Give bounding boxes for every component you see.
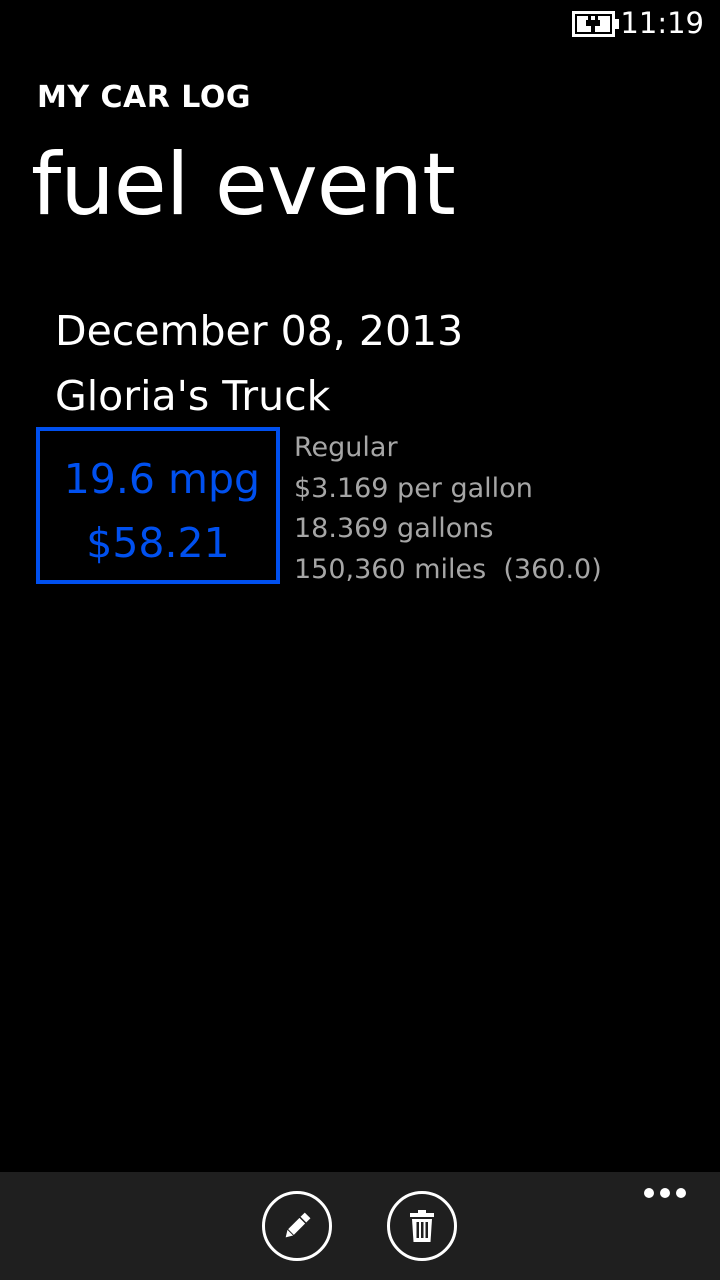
- price-per-gallon: $3.169 per gallon: [294, 472, 533, 504]
- event-date: December 08, 2013: [55, 307, 464, 355]
- total-cost-value: $58.21: [86, 519, 230, 567]
- fuel-grade: Regular: [294, 432, 398, 463]
- summary-tile: 19.6 mpg $58.21: [36, 427, 280, 584]
- application-bar: [0, 1172, 720, 1280]
- dot: [644, 1188, 654, 1198]
- mpg-value: 19.6 mpg: [63, 455, 260, 503]
- page-title: fuel event: [31, 135, 456, 235]
- battery-charging-icon: [572, 11, 619, 37]
- pencil-icon: [285, 1212, 311, 1238]
- status-bar: 11:19: [0, 0, 720, 48]
- vehicle-name: Gloria's Truck: [55, 372, 331, 420]
- trash-icon: [410, 1210, 434, 1242]
- fuel-details: Regular $3.169 per gallon 18.369 gallons…: [294, 428, 602, 590]
- more-options-ellipsis-icon[interactable]: [644, 1188, 686, 1200]
- edit-button[interactable]: [262, 1191, 332, 1261]
- status-time: 11:19: [620, 6, 704, 40]
- delete-button[interactable]: [387, 1191, 457, 1261]
- gallons: 18.369 gallons: [294, 513, 494, 544]
- odometer: 150,360 miles (360.0): [294, 553, 602, 585]
- dot: [660, 1188, 670, 1198]
- dot: [676, 1188, 686, 1198]
- app-title: MY CAR LOG: [37, 80, 251, 115]
